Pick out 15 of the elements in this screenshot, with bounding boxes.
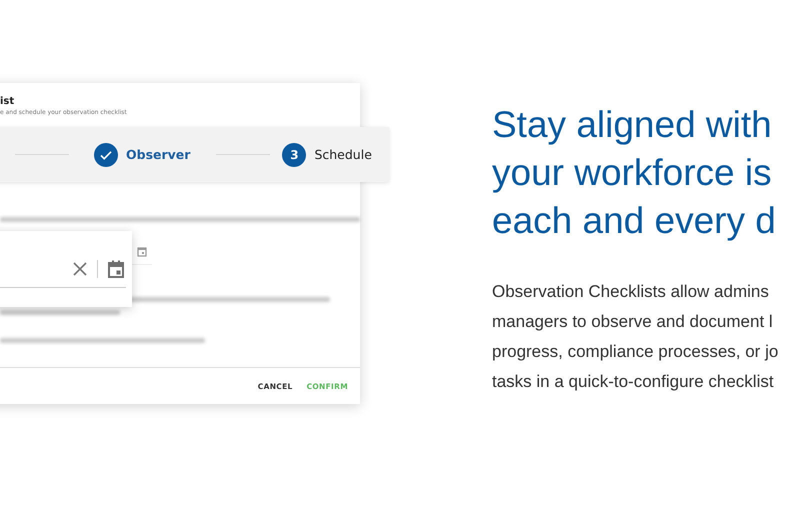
calendar-icon[interactable] [108,260,124,278]
description-line: Observation Checklists allow admins [492,281,769,303]
step-label[interactable]: Observer [126,147,190,162]
headline-line: Stay aligned with [492,103,772,147]
dialog-title: ist [0,96,14,107]
step-label[interactable]: Schedule [314,147,372,162]
calendar-icon [137,246,147,257]
step-number: 3 [282,142,306,166]
headline-line: your workforce is [492,151,772,195]
close-icon[interactable] [73,262,87,276]
description-line: managers to observe and document l [492,311,773,333]
description-line: progress, compliance processes, or jo [492,341,778,363]
description-line: tasks in a quick-to-configure checklist [492,371,774,393]
headline-line: each and every d [492,199,776,243]
completed-step-icon [94,142,118,166]
